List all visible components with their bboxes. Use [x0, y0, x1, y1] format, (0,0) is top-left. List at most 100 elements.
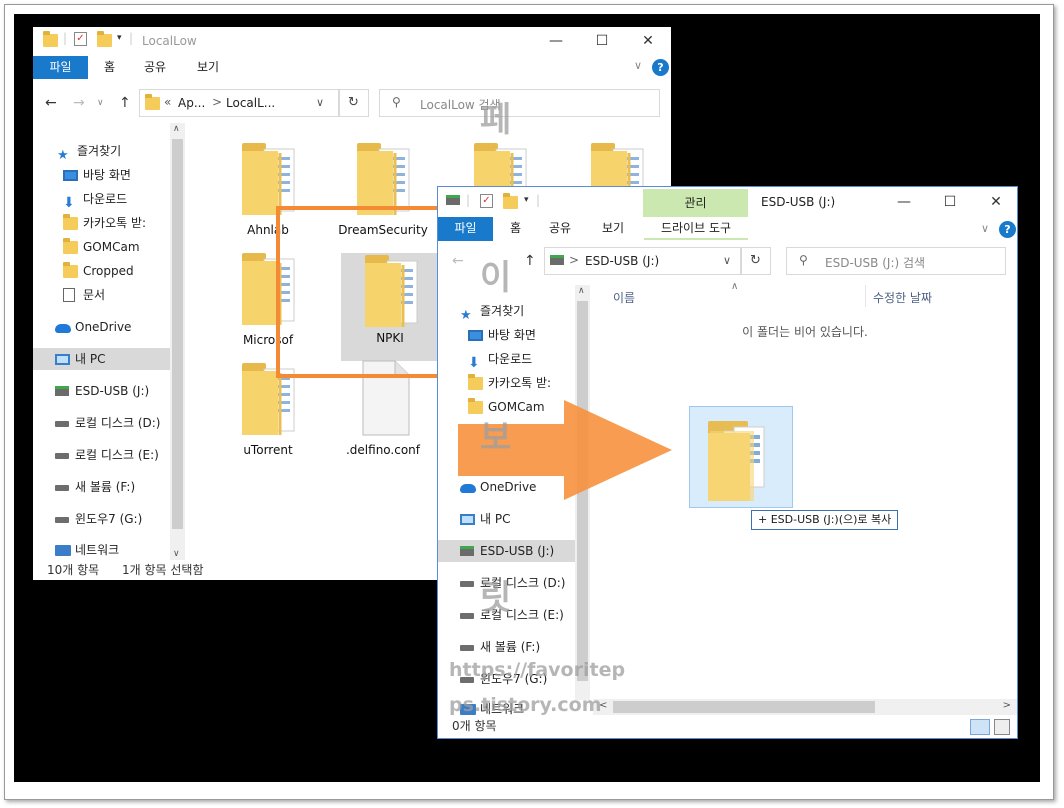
- address-segment[interactable]: Ap...: [178, 96, 205, 110]
- address-dropdown-icon[interactable]: ∨: [723, 254, 731, 267]
- search-box[interactable]: ⚲ ESD-USB (J:) 검색: [786, 247, 1006, 275]
- address-dropdown-icon[interactable]: ∨: [316, 96, 324, 109]
- refresh-button[interactable]: ↻: [339, 89, 369, 117]
- tab-file[interactable]: 파일: [438, 217, 493, 241]
- column-date-modified[interactable]: 수정한 날짜: [873, 289, 932, 306]
- nav-item[interactable]: 내 PC: [438, 508, 576, 530]
- tab-home[interactable]: 홈: [92, 56, 127, 79]
- manage-context-tab[interactable]: 관리: [643, 189, 748, 217]
- address-segment[interactable]: ESD-USB (J:): [585, 254, 659, 268]
- quick-access-dropdown-icon[interactable]: ▾: [524, 195, 529, 205]
- search-icon: ⚲: [392, 95, 401, 109]
- nav-item[interactable]: ⬇다운로드📌: [33, 188, 185, 210]
- scroll-up-icon[interactable]: ∧: [173, 124, 180, 134]
- nav-item-label: OneDrive: [75, 320, 132, 334]
- nav-item[interactable]: ⬇다운로드📌: [438, 348, 576, 370]
- drive-icon: [55, 416, 70, 430]
- minimize-button[interactable]: —: [533, 29, 579, 53]
- nav-pane-scrollbar[interactable]: ∧ ∨: [170, 123, 185, 560]
- tab-file[interactable]: 파일: [33, 56, 88, 79]
- address-overflow[interactable]: «: [164, 95, 171, 109]
- recent-dropdown-icon[interactable]: ∨: [97, 98, 104, 108]
- nav-item-label: 카카오톡 받:: [488, 376, 552, 390]
- folder-icon: [145, 94, 160, 110]
- column-name[interactable]: 이름: [613, 289, 635, 306]
- nav-item[interactable]: 로컬 디스크 (D:): [33, 412, 185, 434]
- up-arrow-icon[interactable]: ↑: [524, 253, 536, 269]
- refresh-button[interactable]: ↻: [741, 247, 771, 275]
- tab-home[interactable]: 홈: [498, 217, 533, 240]
- drive-icon: [55, 512, 70, 526]
- scrollbar-thumb[interactable]: [172, 139, 183, 529]
- close-button[interactable]: ✕: [973, 190, 1017, 214]
- nav-item[interactable]: 카카오톡 받:📌: [438, 372, 576, 394]
- back-arrow-icon[interactable]: ←: [452, 253, 464, 269]
- details-view-icon[interactable]: [970, 719, 990, 735]
- scrollbar-thumb[interactable]: [613, 701, 875, 713]
- new-folder-icon[interactable]: [97, 31, 112, 47]
- scroll-up-icon[interactable]: ∧: [578, 286, 585, 296]
- navigation-bar: ← ↑ > ESD-USB (J:) ∨ ↻ ⚲ ESD-USB (J:) 검색: [438, 245, 1017, 279]
- ribbon-expand-icon[interactable]: ∨: [634, 59, 642, 72]
- nav-item[interactable]: 바탕 화면📌: [33, 164, 185, 186]
- nav-item[interactable]: 로컬 디스크 (E:): [33, 444, 185, 466]
- tab-view[interactable]: 보기: [590, 217, 636, 240]
- nav-item[interactable]: 새 볼륨 (F:): [33, 476, 185, 498]
- nav-item-label: 다운로드: [488, 352, 533, 366]
- address-bar[interactable]: « Ap... > LocalL... ∨: [139, 89, 339, 117]
- nav-item[interactable]: 바탕 화면📌: [438, 324, 576, 346]
- maximize-button[interactable]: ☐: [927, 190, 973, 214]
- nav-item[interactable]: OneDrive: [33, 316, 185, 338]
- address-segment[interactable]: LocalL...: [226, 96, 275, 110]
- folder-icon: [63, 262, 78, 278]
- back-arrow-icon[interactable]: ←: [45, 95, 57, 111]
- download-icon: ⬇: [468, 355, 480, 371]
- ribbon-expand-icon[interactable]: ∨: [981, 222, 989, 235]
- help-icon[interactable]: ?: [652, 59, 669, 76]
- nav-item[interactable]: 내 PC: [33, 348, 185, 370]
- nav-item-label: 카카오톡 받:: [83, 216, 147, 230]
- nav-item[interactable]: 윈도우7 (G:): [33, 508, 185, 530]
- divider: |: [129, 31, 134, 45]
- new-folder-icon[interactable]: [503, 193, 518, 209]
- ribbon-tabs: 파일 홈 공유 보기 드라이브 도구 ∨ ?: [438, 217, 1017, 241]
- forward-arrow-icon[interactable]: →: [73, 95, 85, 111]
- tab-share[interactable]: 공유: [537, 217, 583, 240]
- nav-item[interactable]: 네트워크: [33, 539, 185, 560]
- folder-icon: [63, 214, 78, 230]
- up-arrow-icon[interactable]: ↑: [119, 95, 131, 111]
- quick-access-dropdown-icon[interactable]: ▾: [117, 33, 122, 43]
- nav-item[interactable]: 새 볼륨 (F:): [438, 636, 576, 658]
- nav-item-label: GOMCam: [83, 240, 140, 254]
- nav-item[interactable]: ESD-USB (J:): [438, 540, 576, 562]
- tab-share[interactable]: 공유: [132, 56, 178, 79]
- minimize-button[interactable]: —: [881, 190, 927, 214]
- onedrive-icon: [55, 320, 71, 334]
- tab-view[interactable]: 보기: [185, 56, 231, 79]
- address-bar[interactable]: > ESD-USB (J:) ∨: [544, 247, 741, 275]
- nav-item[interactable]: ★ 즐겨찾기: [33, 140, 185, 163]
- close-button[interactable]: ✕: [625, 29, 671, 53]
- search-box[interactable]: ⚲ LocalLow 검색: [379, 89, 660, 117]
- title-bar: | ✓ ▾ | LocalLow — ☐ ✕: [33, 27, 671, 55]
- large-icons-view-icon[interactable]: [994, 719, 1010, 735]
- usb-drive-icon: [550, 255, 564, 265]
- scroll-down-icon[interactable]: ∨: [173, 549, 180, 559]
- nav-item[interactable]: 문서📌: [33, 284, 185, 306]
- nav-item[interactable]: Cropped📌: [33, 260, 185, 282]
- properties-icon[interactable]: ✓: [74, 32, 87, 46]
- screenshot-stage: | ✓ ▾ | LocalLow — ☐ ✕ 파일 홈 공유 보기 ∨ ? ← …: [0, 0, 1064, 808]
- nav-item[interactable]: GOMCam📌: [33, 236, 185, 258]
- maximize-button[interactable]: ☐: [579, 29, 625, 53]
- scroll-right-icon[interactable]: >: [1003, 700, 1011, 711]
- properties-icon[interactable]: ✓: [480, 194, 493, 208]
- file-list-horizontal-scrollbar[interactable]: < >: [593, 699, 1017, 715]
- nav-item[interactable]: ESD-USB (J:): [33, 380, 185, 402]
- nav-item[interactable]: ★ 즐겨찾기: [438, 300, 576, 323]
- nav-item[interactable]: 카카오톡 받:📌: [33, 212, 185, 234]
- star-icon: ★: [57, 148, 69, 163]
- nav-item-label: 새 볼륨 (F:): [480, 640, 541, 654]
- desktop-icon: [468, 328, 483, 342]
- help-icon[interactable]: ?: [999, 221, 1016, 238]
- tab-drive-tools[interactable]: 드라이브 도구: [644, 217, 748, 240]
